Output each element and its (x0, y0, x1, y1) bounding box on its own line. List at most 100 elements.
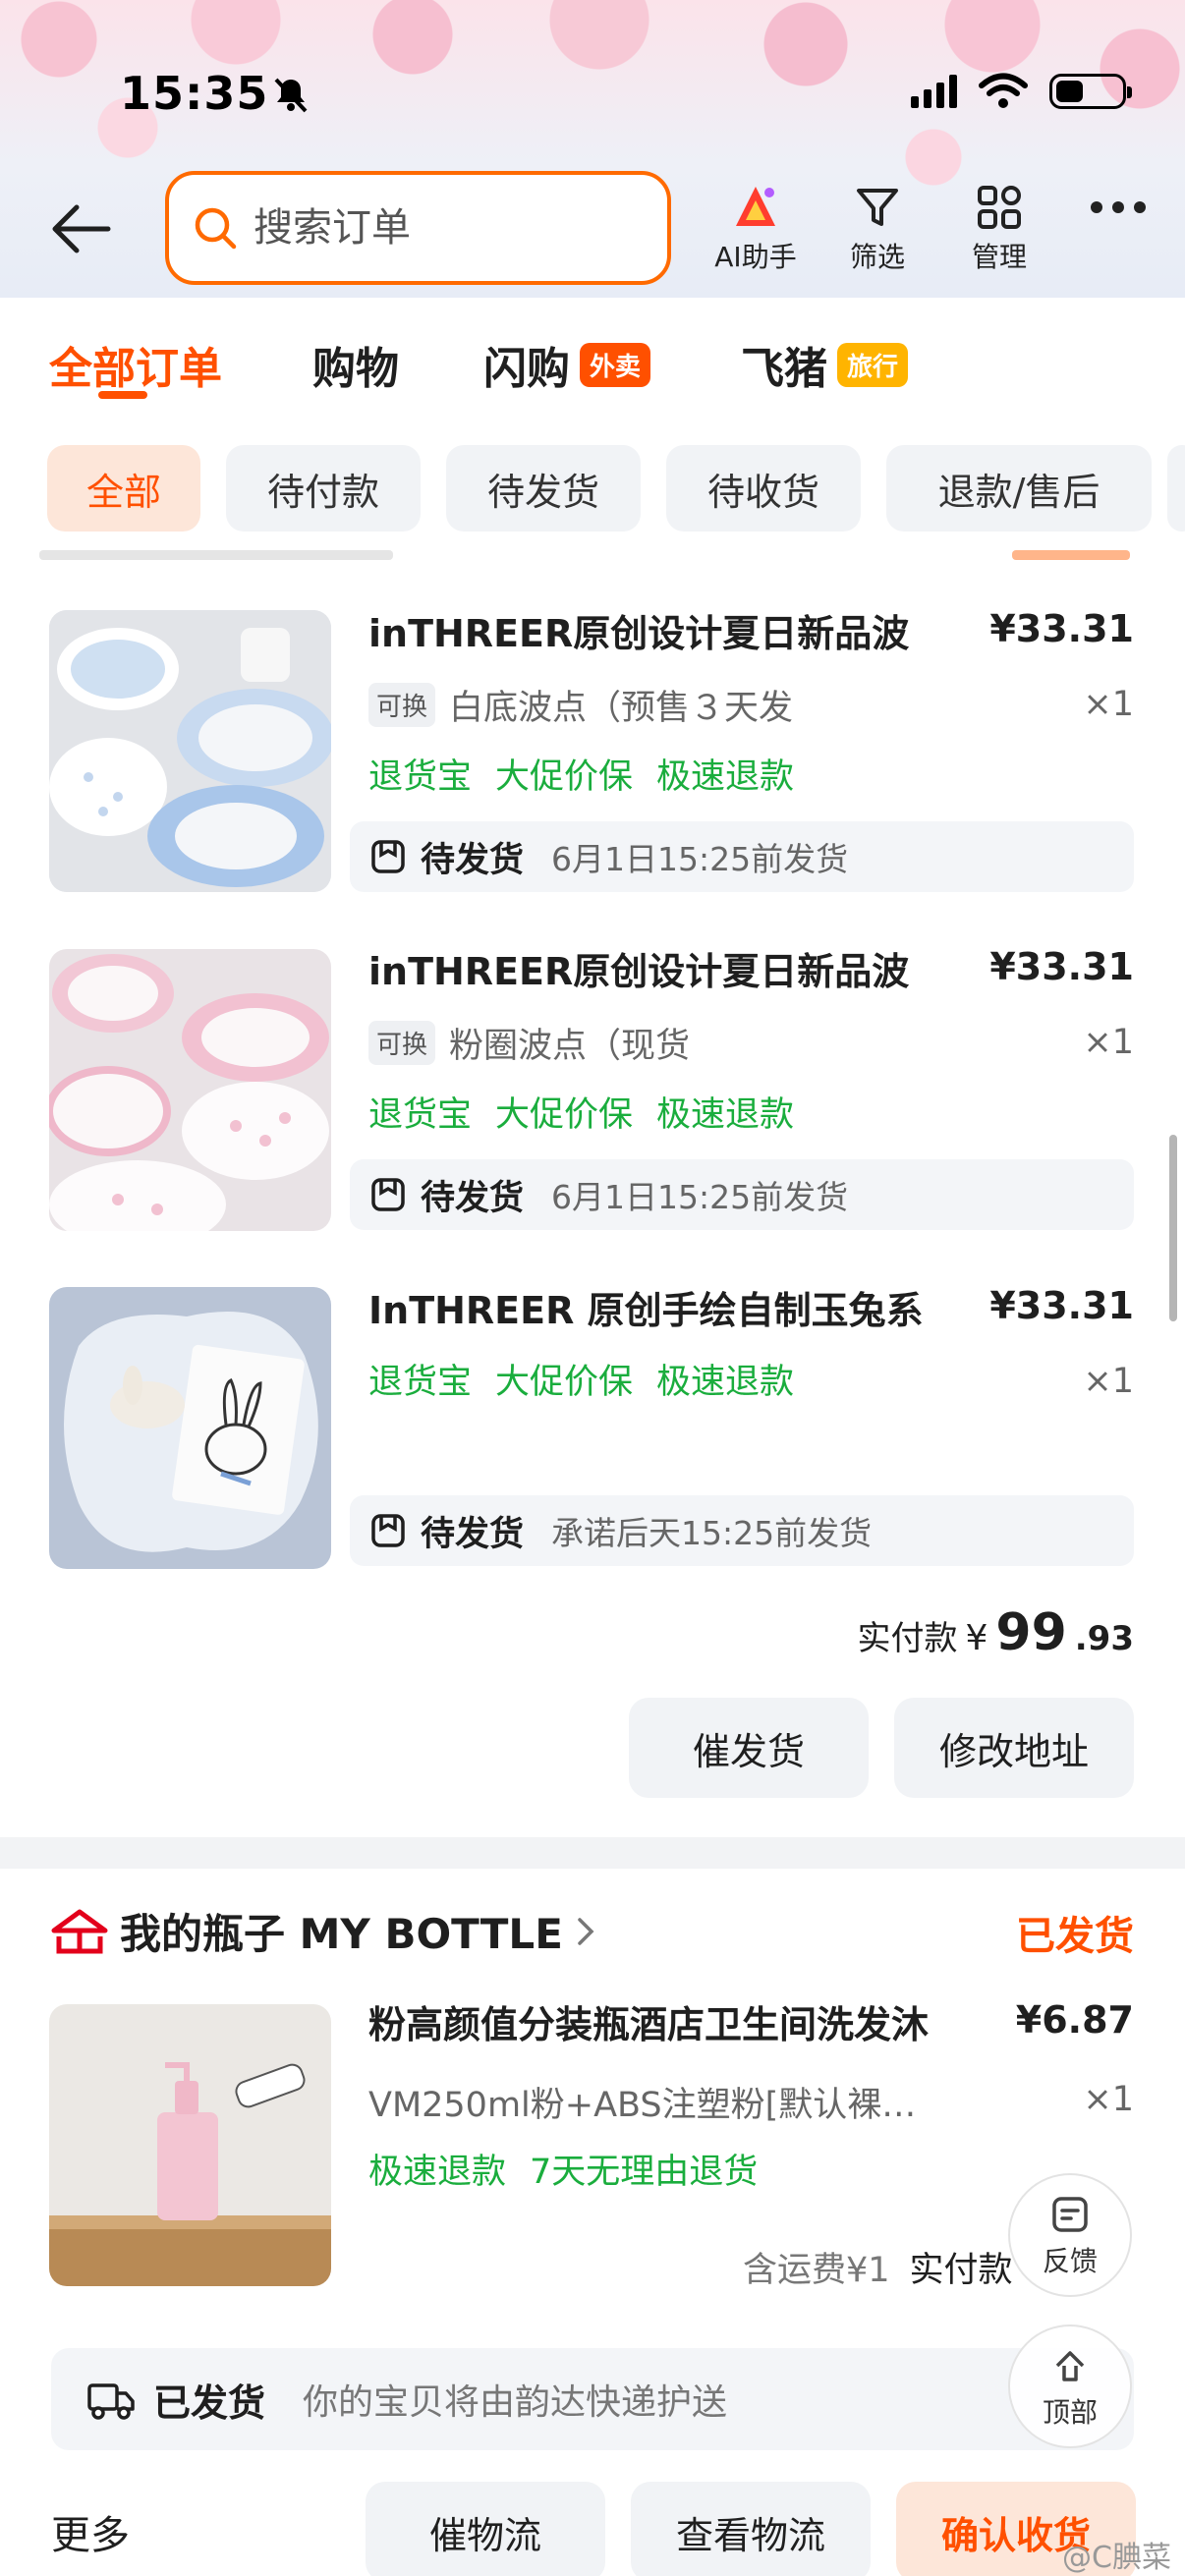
grid-icon (978, 186, 1021, 229)
item-quantity: ×1 (1083, 1023, 1134, 1062)
item-price: ¥33.31 (989, 607, 1134, 650)
logistics-message: 你的宝贝将由韵达快递护送 (303, 2382, 728, 2423)
rabbit-plate-image (49, 1287, 331, 1569)
shipping-status-bar[interactable]: 待发货 6月1日15:25前发货 (350, 821, 1134, 892)
status-time: 15:35 (120, 67, 269, 120)
ai-assistant-button[interactable]: AI助手 (702, 183, 810, 275)
scrollbar-thumb[interactable] (1169, 1135, 1177, 1321)
back-arrow-icon[interactable] (47, 195, 116, 263)
tab-shopping[interactable]: 购物 (312, 333, 399, 396)
service-tags: 退货宝 大促价保 极速退款 (368, 1363, 795, 1402)
arrow-up-icon (1055, 2351, 1085, 2381)
ai-assistant-icon (736, 187, 775, 226)
ai-assistant-label: AI助手 (714, 241, 797, 273)
filter-label: 筛选 (849, 241, 905, 273)
service-tags: 退货宝 大促价保 极速退款 (368, 1095, 795, 1135)
shop-header[interactable]: 我的瓶子 MY BOTTLE (51, 1901, 596, 1961)
item-title[interactable]: inTHREER原创设计夏日新品波 (368, 941, 978, 995)
swap-tag: 可换 (368, 1021, 436, 1065)
item-title[interactable]: 粉高颜值分装瓶酒店卫生间洗发沐 (368, 1994, 978, 2048)
product-image-rabbit-plate[interactable] (49, 1287, 331, 1569)
package-icon (371, 1178, 405, 1211)
product-image-pink-plates[interactable] (49, 949, 331, 1231)
item-price: ¥33.31 (989, 945, 1134, 988)
item-sku: 可换 白底波点（预售３天发 (368, 680, 793, 730)
chevron-right-icon (578, 1917, 594, 1945)
paid-amount-int: 99 (995, 1603, 1067, 1662)
item-sku: VM250ml粉+ABS注塑粉[默认裸… (368, 2086, 917, 2125)
filter-icon (857, 189, 898, 226)
takeout-badge: 外卖 (580, 342, 651, 387)
status-filter-chips: 全部 待付款 待发货 待收货 退款/售后 (0, 425, 1185, 538)
logistics-bar[interactable]: 已发货 你的宝贝将由韵达快递护送 (51, 2348, 1134, 2450)
chip-overflow[interactable] (1167, 445, 1185, 532)
service-tags: 退货宝 大促价保 极速退款 (368, 757, 795, 797)
item-title[interactable]: InTHREER 原创手绘自制玉兔系 (368, 1280, 978, 1334)
chip-all[interactable]: 全部 (47, 445, 200, 532)
item-sku: 可换 粉圈波点（现货 (368, 1018, 690, 1068)
item-title[interactable]: inTHREER原创设计夏日新品波 (368, 603, 978, 657)
shipping-status-bar[interactable]: 待发货 承诺后天15:25前发货 (350, 1495, 1134, 1566)
paid-label: 实付款 (857, 1619, 958, 1658)
service-tags: 极速退款 7天无理由退货 (368, 2153, 759, 2192)
feedback-button[interactable]: 反馈 (1008, 2173, 1132, 2297)
change-address-button[interactable]: 修改地址 (894, 1698, 1134, 1798)
watermark: @C腆菜 (1062, 2541, 1171, 2575)
order-type-tabs: 全部订单 购物 闪购 外卖 飞猪 旅行 (0, 298, 1185, 425)
tab-all-orders[interactable]: 全部订单 (49, 333, 222, 396)
cut-off-shop-header (39, 538, 1140, 560)
plates-blue-dots-image (49, 610, 331, 892)
search-input[interactable] (254, 205, 627, 251)
travel-badge: 旅行 (837, 342, 909, 387)
swap-tag: 可换 (368, 683, 436, 727)
tab-fliggy[interactable]: 飞猪 旅行 (741, 333, 909, 396)
shipping-status-bar[interactable]: 待发货 6月1日15:25前发货 (350, 1159, 1134, 1230)
paid-label: 实付款 (909, 2251, 1013, 2290)
product-image-dots-plates[interactable] (49, 610, 331, 892)
status-icons (911, 73, 1132, 110)
paid-currency: ¥ (965, 1618, 988, 1658)
feedback-icon (1052, 2197, 1088, 2232)
urge-shipment-button[interactable]: 催发货 (629, 1698, 869, 1798)
package-icon (371, 1514, 405, 1547)
wifi-icon (979, 73, 1028, 108)
chip-refund-aftersale[interactable]: 退款/售后 (886, 445, 1152, 532)
shop-name: 我的瓶子 MY BOTTLE (120, 1910, 563, 1958)
more-dots-icon[interactable] (1091, 201, 1146, 213)
package-icon (371, 840, 405, 873)
item-quantity: ×1 (1083, 1362, 1134, 1401)
back-to-top-button[interactable]: 顶部 (1008, 2324, 1132, 2448)
chip-pending-shipment[interactable]: 待发货 (446, 445, 641, 532)
silent-bell-icon (274, 78, 308, 113)
plates-pink-dots-image (49, 949, 331, 1231)
urge-logistics-button[interactable]: 催物流 (366, 2482, 605, 2576)
item-quantity: ×1 (1083, 2080, 1134, 2119)
logistics-status: 已发货 (153, 2380, 266, 2425)
product-image-bottle[interactable] (49, 2004, 331, 2286)
active-tab-indicator (98, 391, 147, 399)
manage-button[interactable]: 管理 (945, 183, 1053, 275)
search-icon (195, 207, 237, 250)
more-actions[interactable]: 更多 (51, 2503, 130, 2560)
item-quantity: ×1 (1083, 685, 1134, 724)
shipping-fee-note: 含运费¥1 (743, 2251, 890, 2290)
order-total: 实付款 ¥99.93 (857, 1603, 1134, 1662)
manage-label: 管理 (971, 241, 1027, 273)
delivery-truck-icon (87, 2383, 135, 2420)
tmall-shop-icon (51, 1909, 108, 1953)
tab-flash-buy[interactable]: 闪购 外卖 (483, 333, 651, 396)
fee-row: 含运费¥1 实付款 (743, 2242, 1013, 2292)
search-box[interactable] (165, 171, 671, 285)
chip-pending-receipt[interactable]: 待收货 (666, 445, 861, 532)
chip-pending-payment[interactable]: 待付款 (226, 445, 421, 532)
paid-amount-dec: .93 (1074, 1619, 1134, 1658)
header: 15:35 AI助手 (0, 0, 1185, 298)
item-price: ¥33.31 (989, 1284, 1134, 1327)
signal-icon (911, 75, 957, 108)
bottle-image (49, 2004, 331, 2286)
item-price: ¥6.87 (1015, 1998, 1134, 2042)
order-status: 已发货 (1016, 1914, 1134, 1959)
view-logistics-button[interactable]: 查看物流 (631, 2482, 871, 2576)
battery-icon (1049, 74, 1132, 109)
filter-button[interactable]: 筛选 (823, 183, 931, 275)
